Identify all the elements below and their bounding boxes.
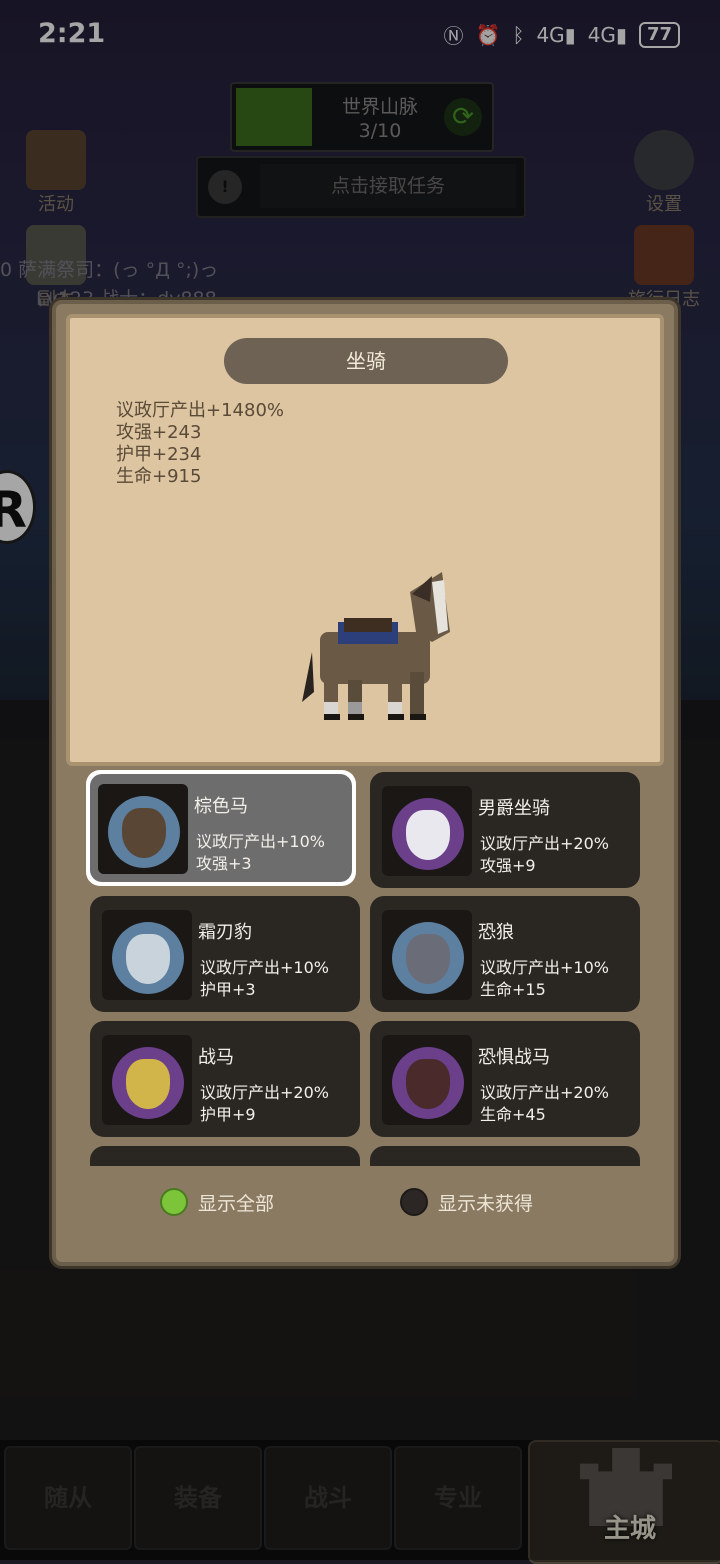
filter-show-all[interactable]: 显示全部 <box>160 1188 274 1216</box>
mount-bonus-2: 生命+45 <box>480 1105 546 1124</box>
filter-show-all-label: 显示全部 <box>198 1192 275 1215</box>
warhorse-portrait-icon <box>112 1047 184 1119</box>
card-body: 棕色马 议政厅产出+10% 攻强+3 <box>90 774 352 882</box>
mount-bonus-2: 攻强+3 <box>196 854 252 873</box>
mount-bonus-2: 护甲+3 <box>200 980 256 999</box>
mount-name: 战马 <box>198 1047 234 1068</box>
mount-bonus-1: 议政厅产出+10% <box>196 832 325 851</box>
mount-bonus-1: 议政厅产出+10% <box>200 958 329 977</box>
mount-bonus-1: 议政厅产出+20% <box>480 1083 609 1102</box>
horse-illustration <box>302 572 450 720</box>
modal-title: 坐骑 <box>224 338 508 384</box>
mount-bonus-2: 攻强+9 <box>480 856 536 875</box>
portrait-frame <box>102 910 192 1000</box>
card-body: 霜刃豹 议政厅产出+10% 护甲+3 <box>94 900 356 1008</box>
mount-name: 恐惧战马 <box>478 1047 550 1068</box>
card-body: 恐狼 议政厅产出+10% 生命+15 <box>374 900 636 1008</box>
wolf-portrait-icon <box>392 922 464 994</box>
mount-detail-panel: 坐骑 议政厅产出+1480% 攻强+243 护甲+234 生命+915 <box>66 314 664 766</box>
portrait-frame <box>102 1035 192 1125</box>
radio-unselected-icon <box>400 1188 428 1216</box>
filter-show-unowned-label: 显示未获得 <box>438 1192 534 1215</box>
mount-bonus-1: 议政厅产出+20% <box>480 834 609 853</box>
portrait-frame <box>382 910 472 1000</box>
horse-portrait-icon <box>108 796 180 868</box>
mount-bonus-1: 议政厅产出+20% <box>200 1083 329 1102</box>
mount-card-brown-horse[interactable]: 棕色马 议政厅产出+10% 攻强+3 <box>86 770 356 886</box>
mount-card-partial[interactable] <box>90 1146 360 1166</box>
mount-card-dreadsteed[interactable]: 恐惧战马 议政厅产出+20% 生命+45 <box>370 1021 640 1137</box>
mount-bonus-2: 护甲+9 <box>200 1105 256 1124</box>
mount-bonus-1: 议政厅产出+10% <box>480 958 609 977</box>
mount-bonus-2: 生命+15 <box>480 980 546 999</box>
card-body: 恐惧战马 议政厅产出+20% 生命+45 <box>374 1025 636 1133</box>
card-body: 男爵坐骑 议政厅产出+20% 攻强+9 <box>374 776 636 884</box>
mount-name: 霜刃豹 <box>198 922 252 943</box>
portrait-frame <box>382 786 472 876</box>
dreadsteed-portrait-icon <box>392 1047 464 1119</box>
frostsaber-portrait-icon <box>112 922 184 994</box>
mount-list[interactable]: 棕色马 议政厅产出+10% 攻强+3 男爵坐骑 议政厅产出+20% 攻强+9 霜… <box>84 766 646 1166</box>
portrait-frame <box>382 1035 472 1125</box>
mount-card-warhorse[interactable]: 战马 议政厅产出+20% 护甲+9 <box>90 1021 360 1137</box>
mount-modal: 坐骑 议政厅产出+1480% 攻强+243 护甲+234 生命+915 棕色马 … <box>52 300 678 1266</box>
baron-horse-portrait-icon <box>392 798 464 870</box>
mount-card-partial[interactable] <box>370 1146 640 1166</box>
filter-show-unowned[interactable]: 显示未获得 <box>400 1188 533 1216</box>
mount-name: 恐狼 <box>478 922 514 943</box>
mount-name: 男爵坐骑 <box>478 798 550 819</box>
portrait-frame <box>98 784 188 874</box>
radio-selected-icon <box>160 1188 188 1216</box>
mount-card-dire-wolf[interactable]: 恐狼 议政厅产出+10% 生命+15 <box>370 896 640 1012</box>
mount-card-frostsaber[interactable]: 霜刃豹 议政厅产出+10% 护甲+3 <box>90 896 360 1012</box>
mount-name: 棕色马 <box>194 796 248 817</box>
mount-total-stats: 议政厅产出+1480% 攻强+243 护甲+234 生命+915 <box>116 400 284 488</box>
stat-line: 议政厅产出+1480% <box>116 400 284 421</box>
stat-line: 护甲+234 <box>116 444 202 465</box>
stat-line: 攻强+243 <box>116 422 202 443</box>
card-body: 战马 议政厅产出+20% 护甲+9 <box>94 1025 356 1133</box>
mount-card-baron-mount[interactable]: 男爵坐骑 议政厅产出+20% 攻强+9 <box>370 772 640 888</box>
stat-line: 生命+915 <box>116 466 202 487</box>
